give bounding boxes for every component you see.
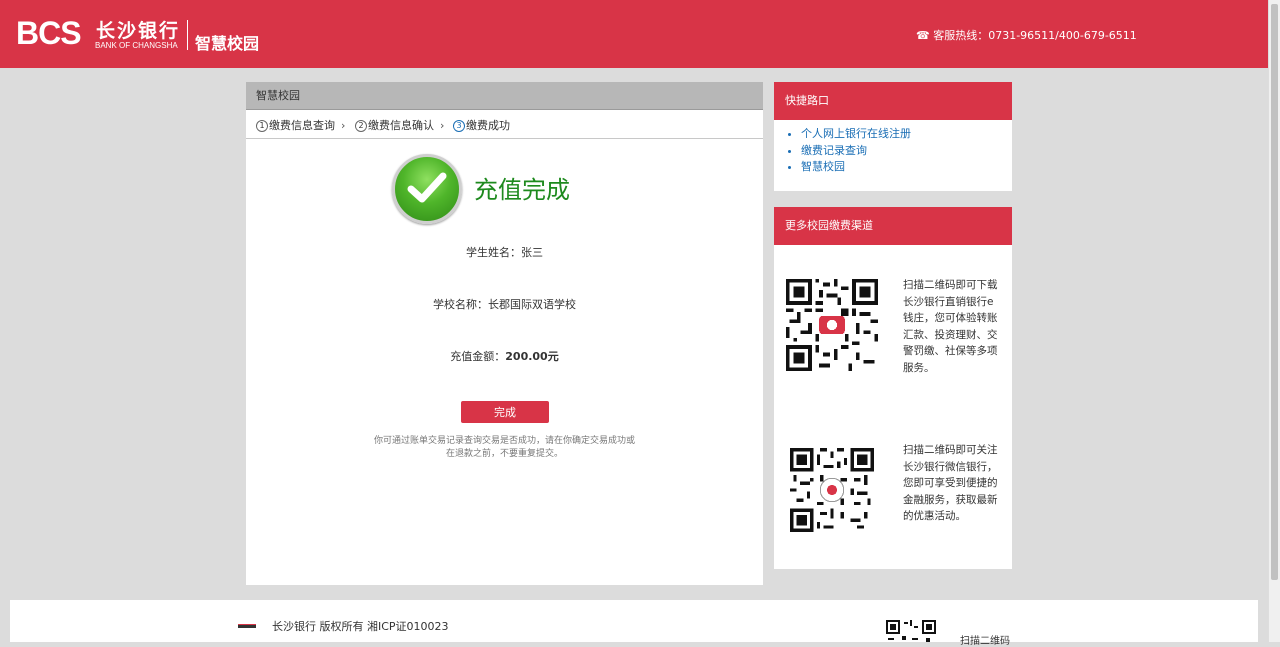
description-line: 汇款、投资理财、交 <box>903 328 998 341</box>
quick-links-box: 快捷路口 个人网上银行在线注册 缴费记录查询 智慧校园 <box>774 82 1012 191</box>
logo-english-name: BANK OF CHANGSHA <box>95 41 178 50</box>
link-online-banking-register[interactable]: 个人网上银行在线注册 <box>801 127 911 140</box>
site-subtitle: 智慧校园 <box>195 34 260 53</box>
bcs-logo[interactable]: BCS <box>16 14 82 52</box>
page-scrollbar[interactable] <box>1268 0 1280 642</box>
amount-value: 200.00元 <box>505 350 559 363</box>
description-line: 金融服务，获取最新 <box>903 493 998 506</box>
check-icon <box>392 154 462 224</box>
step-confirm: 2 缴费信息确认 › <box>355 117 444 133</box>
description-line: 长沙银行直销银行e <box>903 295 994 308</box>
step-label: 缴费信息确认 <box>368 119 434 132</box>
scrollbar-thumb[interactable] <box>1271 4 1278 580</box>
repeat-submit-note: 你可通过账单交易记录查询交易是否成功，请在你确定交易成功或 在退款之前，不要重复… <box>346 435 663 461</box>
done-button[interactable]: 完成 <box>461 401 549 423</box>
step-number: 3 <box>453 120 465 132</box>
qr-block-wechat-bank: 扫描二维码即可关注 长沙银行微信银行， 您即可享受到便捷的 金融服务，获取最新 … <box>774 442 1012 542</box>
description-line: 警罚缴、社保等多项 <box>903 345 998 357</box>
top-header: BCS 长沙银行 BANK OF CHANGSHA 智慧校园 ☎ 客服热线：07… <box>0 0 1268 68</box>
qr-block-direct-bank: 扫描二维码即可下载 长沙银行直销银行e 钱庄，您可体验转账 汇款、投资理财、交 … <box>774 277 1012 377</box>
student-name: 学生姓名：张三 <box>466 246 543 259</box>
qr-code-icon <box>786 279 878 371</box>
list-item: 智慧校园 <box>801 159 1012 176</box>
amount-label: 充值金额： <box>450 350 506 363</box>
payment-channels-title: 更多校园缴费渠道 <box>774 207 1012 245</box>
step-number: 2 <box>355 120 367 132</box>
success-message: 充值完成 <box>474 176 570 204</box>
description-line: 钱庄，您可体验转账 <box>903 312 998 324</box>
qr-wechat-bank-description: 扫描二维码即可关注 长沙银行微信银行， 您即可享受到便捷的 金融服务，获取最新 … <box>903 442 1005 525</box>
description-line: 的优惠活动。 <box>903 510 966 522</box>
chevron-right-icon: › <box>440 119 445 132</box>
link-smart-campus[interactable]: 智慧校园 <box>801 160 845 173</box>
panel-title: 智慧校园 <box>246 82 763 110</box>
description-line: 长沙银行微信银行， <box>903 460 998 473</box>
description-line: 服务。 <box>903 361 935 374</box>
logo-divider <box>187 20 188 50</box>
step-label: 缴费成功 <box>466 119 510 132</box>
step-label: 缴费信息查询 <box>269 119 335 132</box>
qr-code-icon <box>886 620 936 642</box>
footer-copyright: 长沙银行 版权所有 湘ICP证010023 <box>272 620 449 633</box>
step-indicator: 1 缴费信息查询 › 2 缴费信息确认 › 3 缴费成功 <box>246 110 763 139</box>
note-line: 在退款之前，不要重复提交。 <box>445 449 563 459</box>
footer-logo-icon <box>238 624 256 628</box>
link-payment-records[interactable]: 缴费记录查询 <box>801 144 867 157</box>
quick-links-title: 快捷路口 <box>774 82 1012 120</box>
list-item: 个人网上银行在线注册 <box>801 126 1012 143</box>
customer-hotline: ☎ 客服热线：0731-96511/400-679-6511 <box>916 29 1137 42</box>
note-line: 你可通过账单交易记录查询交易是否成功，请在你确定交易成功或 <box>373 436 635 446</box>
footer-qr-label: 扫描二维码 <box>960 636 1010 647</box>
school-name: 学校名称：长郡国际双语学校 <box>433 298 576 311</box>
payment-result-panel: 智慧校园 1 缴费信息查询 › 2 缴费信息确认 › 3 缴费成功 充值完成 学生姓名：张… <box>246 82 763 585</box>
description-line: 扫描二维码即可下载 <box>903 279 998 291</box>
logo-chinese-name: 长沙银行 <box>96 20 181 42</box>
quick-links-list: 个人网上银行在线注册 缴费记录查询 智慧校园 <box>774 120 1012 176</box>
description-line: 您即可享受到便捷的 <box>903 477 998 489</box>
step-success: 3 缴费成功 <box>453 117 510 133</box>
list-item: 缴费记录查询 <box>801 143 1012 160</box>
recharge-amount: 充值金额：200.00元 <box>246 348 763 364</box>
step-query: 1 缴费信息查询 › <box>256 117 345 133</box>
page-footer: 长沙银行 版权所有 湘ICP证010023 扫描二维码 <box>10 600 1258 647</box>
payment-channels-box: 更多校园缴费渠道 扫描二维码即可下载 长沙银行直销银行e 钱庄，您可体验转账 汇… <box>774 207 1012 569</box>
qr-direct-bank-description: 扫描二维码即可下载 长沙银行直销银行e 钱庄，您可体验转账 汇款、投资理财、交 … <box>903 277 1005 376</box>
description-line: 扫描二维码即可关注 <box>903 444 998 456</box>
chevron-right-icon: › <box>341 119 346 132</box>
step-number: 1 <box>256 120 268 132</box>
qr-code-icon <box>790 448 874 532</box>
